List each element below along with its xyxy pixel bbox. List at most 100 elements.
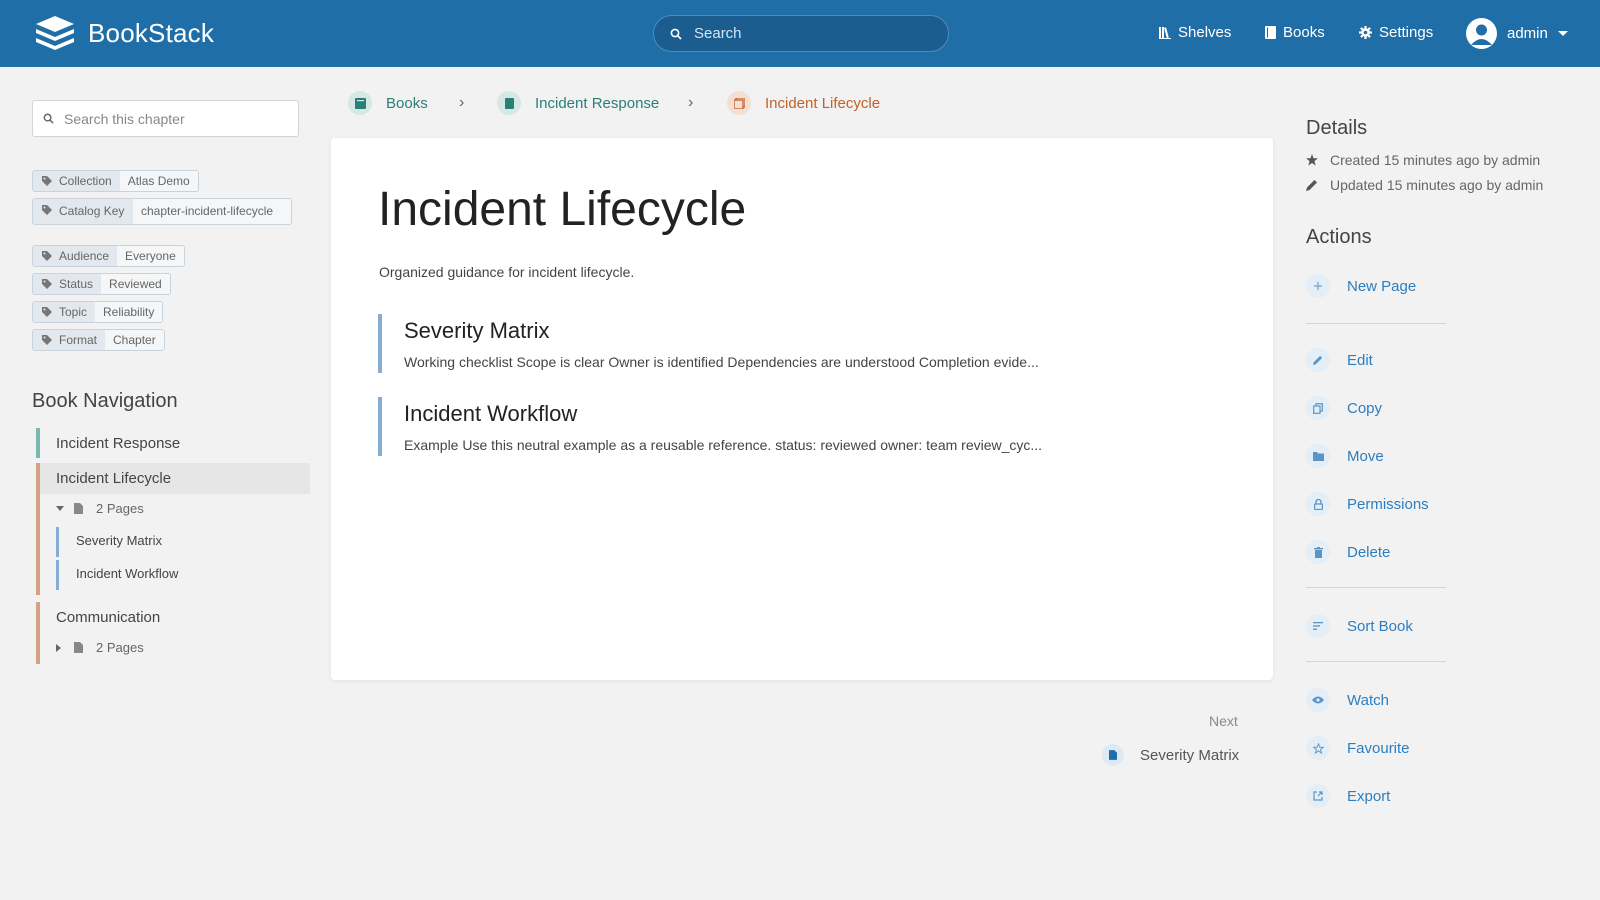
sort-icon bbox=[1306, 614, 1330, 638]
lock-icon bbox=[1306, 492, 1330, 516]
tag-catalog-key[interactable]: Catalog Key chapter-incident-lifecycle bbox=[32, 198, 292, 225]
nav-settings-link[interactable]: Settings bbox=[1359, 24, 1433, 41]
favourite-button[interactable]: Favourite bbox=[1306, 736, 1410, 760]
tag-collection[interactable]: Collection Atlas Demo bbox=[32, 170, 199, 192]
chapter-page-entry[interactable]: Severity Matrix Working checklist Scope … bbox=[378, 314, 1198, 373]
nav-books-link[interactable]: Books bbox=[1265, 24, 1325, 41]
chapter-search-input[interactable] bbox=[64, 110, 284, 127]
actions-divider bbox=[1306, 661, 1446, 662]
book-nav-item-incident-response[interactable]: Incident Response bbox=[56, 435, 180, 452]
updated-text: Updated 15 minutes ago by admin bbox=[1330, 177, 1544, 193]
export-button[interactable]: Export bbox=[1306, 784, 1390, 808]
page-icon bbox=[1102, 744, 1124, 766]
page-icon bbox=[74, 503, 83, 514]
chapter-page-entry[interactable]: Incident Workflow Example Use this neutr… bbox=[378, 397, 1198, 456]
tag-name: Audience bbox=[33, 246, 118, 266]
tag-topic[interactable]: Topic Reliability bbox=[32, 301, 164, 323]
nav-shelves-link[interactable]: Shelves bbox=[1159, 24, 1231, 41]
action-label: Permissions bbox=[1347, 495, 1429, 513]
book-nav-bar bbox=[36, 428, 40, 458]
chapter-search[interactable] bbox=[32, 100, 299, 137]
app-logo[interactable]: BookStack bbox=[34, 14, 214, 52]
entry-excerpt: Example Use this neutral example as a re… bbox=[404, 437, 1043, 453]
tag-name: Format bbox=[33, 330, 106, 350]
user-icon bbox=[1471, 24, 1492, 45]
avatar bbox=[1466, 18, 1497, 49]
gear-icon bbox=[1359, 26, 1372, 39]
chapter-description: Organized guidance for incident lifecycl… bbox=[379, 264, 635, 280]
search-icon bbox=[43, 113, 54, 124]
entry-title[interactable]: Severity Matrix bbox=[404, 318, 1198, 344]
action-label: Delete bbox=[1347, 543, 1391, 561]
action-label: Sort Book bbox=[1347, 617, 1413, 635]
tag-icon bbox=[42, 251, 52, 261]
permissions-button[interactable]: Permissions bbox=[1306, 492, 1429, 516]
action-label: New Page bbox=[1347, 277, 1417, 295]
pages-count: 2 Pages bbox=[96, 640, 144, 655]
book-nav-bar bbox=[36, 602, 40, 664]
next-label: Next bbox=[1209, 713, 1238, 729]
breadcrumb-label: Incident Response bbox=[535, 94, 660, 112]
copy-button[interactable]: Copy bbox=[1306, 396, 1382, 420]
nav-settings-label: Settings bbox=[1379, 24, 1434, 41]
tag-value: Chapter bbox=[105, 330, 164, 350]
tag-value: chapter-incident-lifecycle bbox=[133, 199, 291, 224]
book-nav-item-communication[interactable]: Communication bbox=[56, 609, 160, 626]
entry-title[interactable]: Incident Workflow bbox=[404, 401, 1198, 427]
watch-button[interactable]: Watch bbox=[1306, 688, 1389, 712]
global-search[interactable] bbox=[653, 15, 949, 52]
sort-book-button[interactable]: Sort Book bbox=[1306, 614, 1413, 638]
breadcrumb-books[interactable]: Books bbox=[348, 91, 428, 115]
breadcrumb-book[interactable]: Incident Response bbox=[497, 91, 659, 115]
tag-icon bbox=[42, 176, 52, 186]
tag-value: Reliability bbox=[95, 302, 163, 322]
nav-books-label: Books bbox=[1283, 24, 1325, 41]
caret-down-icon bbox=[1557, 30, 1568, 36]
breadcrumb-label: Books bbox=[386, 94, 428, 112]
caret-down-icon bbox=[56, 506, 64, 511]
action-label: Move bbox=[1347, 447, 1384, 465]
edit-button[interactable]: Edit bbox=[1306, 348, 1373, 372]
next-page-title: Severity Matrix bbox=[1140, 746, 1240, 764]
new-page-button[interactable]: New Page bbox=[1306, 274, 1416, 298]
page-icon bbox=[74, 642, 83, 653]
export-icon bbox=[1306, 784, 1330, 808]
breadcrumb-chapter[interactable]: Incident Lifecycle bbox=[727, 91, 880, 115]
created-meta: Created 15 minutes ago by admin bbox=[1306, 152, 1540, 168]
nav-shelves-label: Shelves bbox=[1178, 24, 1232, 41]
search-input[interactable] bbox=[694, 25, 934, 42]
entry-excerpt: Working checklist Scope is clear Owner i… bbox=[404, 354, 1039, 370]
actions-title: Actions bbox=[1306, 226, 1372, 248]
app-name: BookStack bbox=[88, 17, 215, 48]
tag-status[interactable]: Status Reviewed bbox=[32, 273, 171, 295]
book-icon bbox=[1265, 26, 1276, 39]
next-page-link[interactable]: Severity Matrix bbox=[1102, 744, 1239, 766]
tag-format[interactable]: Format Chapter bbox=[32, 329, 165, 351]
book-nav-page-severity-matrix[interactable]: Severity Matrix bbox=[76, 533, 162, 548]
action-label: Copy bbox=[1347, 399, 1383, 417]
eye-icon bbox=[1306, 688, 1330, 712]
tag-icon bbox=[42, 205, 52, 215]
tag-value: Reviewed bbox=[101, 274, 170, 294]
book-nav-pages-toggle[interactable]: 2 Pages bbox=[56, 640, 144, 655]
delete-button[interactable]: Delete bbox=[1306, 540, 1390, 564]
action-label: Edit bbox=[1347, 351, 1373, 369]
book-nav-pages-toggle[interactable]: 2 Pages bbox=[56, 501, 144, 516]
tag-audience[interactable]: Audience Everyone bbox=[32, 245, 185, 267]
copy-icon bbox=[1306, 396, 1330, 420]
tag-name: Status bbox=[33, 274, 102, 294]
user-name: admin bbox=[1507, 25, 1548, 42]
plus-icon bbox=[1306, 274, 1330, 298]
shelves-icon bbox=[1159, 27, 1171, 39]
actions-divider bbox=[1306, 587, 1446, 588]
book-nav-item-incident-lifecycle[interactable]: Incident Lifecycle bbox=[56, 470, 171, 487]
tag-icon bbox=[42, 335, 52, 345]
chapter-content-card: Incident Lifecycle Organized guidance fo… bbox=[331, 138, 1273, 680]
pages-count: 2 Pages bbox=[96, 501, 144, 516]
tag-name: Topic bbox=[33, 302, 96, 322]
pencil-icon bbox=[1306, 348, 1330, 372]
user-menu[interactable]: admin bbox=[1466, 18, 1568, 49]
tag-value: Everyone bbox=[117, 246, 184, 266]
move-button[interactable]: Move bbox=[1306, 444, 1384, 468]
book-nav-page-incident-workflow[interactable]: Incident Workflow bbox=[76, 566, 178, 581]
